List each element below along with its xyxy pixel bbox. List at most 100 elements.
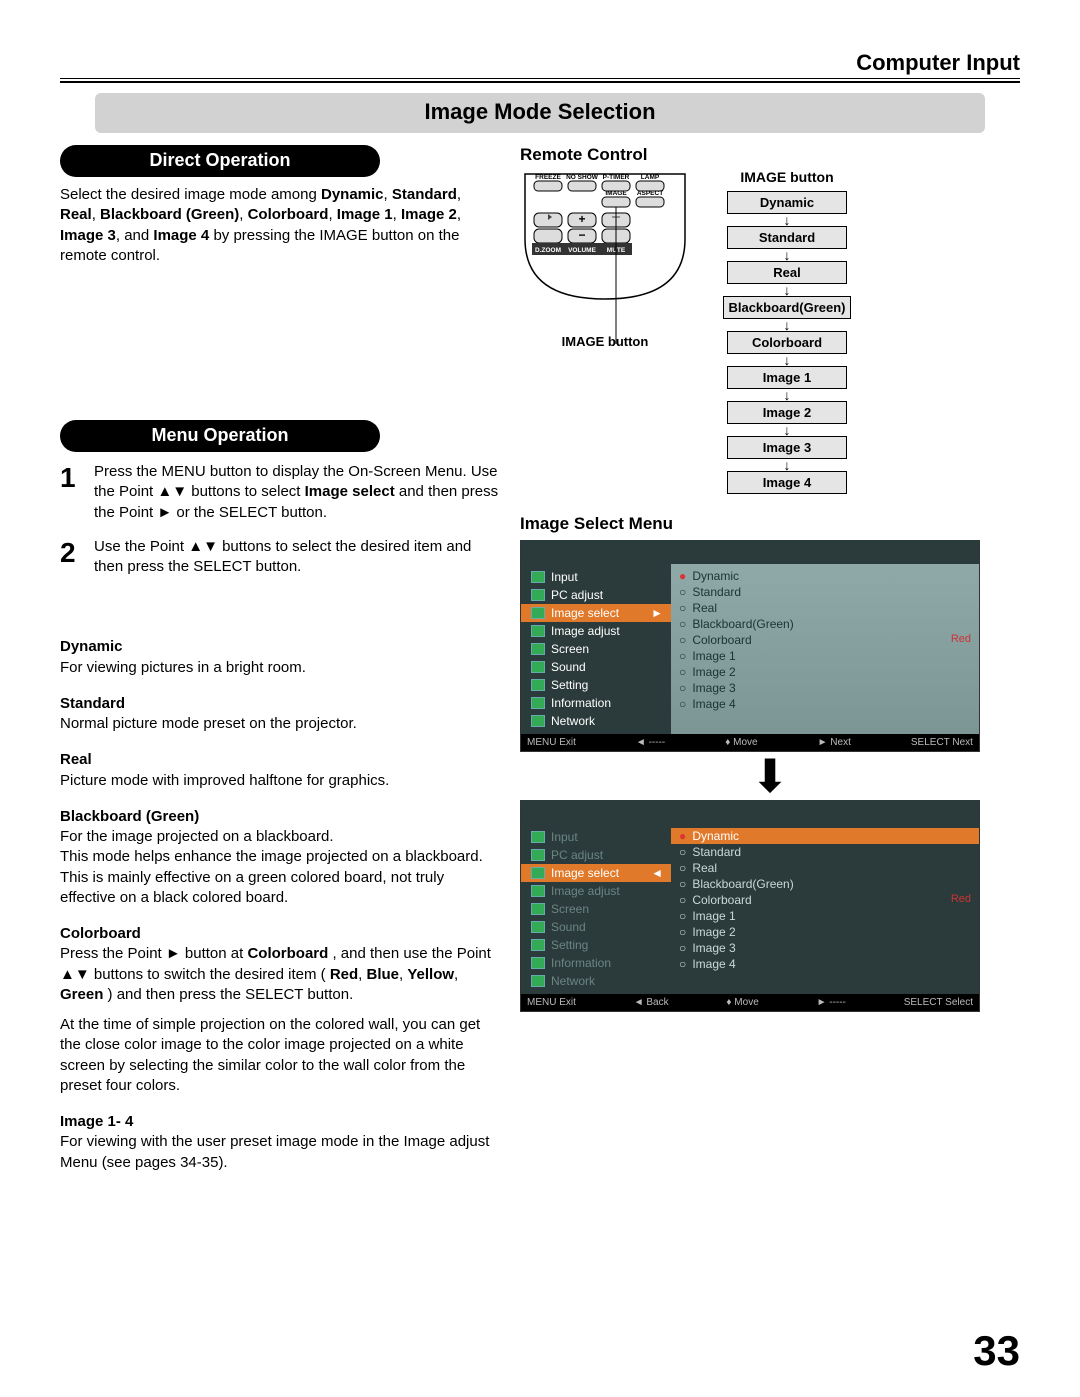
c: , <box>92 206 100 223</box>
step-text: Use the Point ▲▼ buttons to select the d… <box>94 537 500 578</box>
mode-desc-p1: Press the Point ► button at Colorboard ,… <box>60 945 491 1003</box>
cycle-box: Image 1 <box>727 366 847 389</box>
b: Yellow <box>407 966 454 983</box>
osd-option-item: ● Dynamic <box>671 828 979 844</box>
mode-desc-p2: At the time of simple projection on the … <box>60 1015 500 1096</box>
c: , <box>384 186 392 203</box>
menu-icon <box>531 903 545 915</box>
osd-nav-label: Setting <box>551 678 588 692</box>
down-arrow-icon: ↓ <box>702 424 872 436</box>
cycle-box: Image 3 <box>727 436 847 459</box>
osd-footer: MENU Exit ◄ ----- ♦ Move ► Next SELECT N… <box>521 734 979 751</box>
menu-icon <box>531 957 545 969</box>
down-arrow-icon: ↓ <box>702 214 872 226</box>
bullet-icon: ○ <box>679 601 689 615</box>
down-arrow-icon: ↓ <box>702 249 872 261</box>
foot-item: SELECT Select <box>904 997 973 1008</box>
osd-nav-item: Network <box>521 972 671 990</box>
mode-blackboard: Blackboard (Green) For the image project… <box>60 807 500 908</box>
osd-screenshot-2: InputPC adjustImage select ◄Image adjust… <box>520 800 980 1012</box>
osd-nav-item: PC adjust <box>521 846 671 864</box>
b: Colorboard <box>247 945 328 962</box>
menu-icon <box>531 939 545 951</box>
menu-icon <box>531 643 545 655</box>
mode-desc: For viewing pictures in a bright room. <box>60 659 306 676</box>
osd-nav-label: PC adjust <box>551 848 603 862</box>
step-2: 2 Use the Point ▲▼ buttons to select the… <box>60 537 500 578</box>
osd-nav-label: Network <box>551 714 595 728</box>
menu-icon <box>531 589 545 601</box>
bullet-icon: ● <box>679 569 689 583</box>
osd-option-label: Standard <box>689 585 741 599</box>
osd-nav-label: Information <box>551 696 611 710</box>
osd-nav-label: Screen <box>551 902 589 916</box>
mode-image14: Image 1- 4 For viewing with the user pre… <box>60 1112 500 1173</box>
osd-option-item: ○ Image 1 <box>679 648 971 664</box>
bullet-icon: ● <box>679 829 689 843</box>
osd-nav-item: Input <box>521 568 671 586</box>
c: , <box>393 206 401 223</box>
osd-option-label: Dynamic <box>689 569 739 583</box>
divider <box>60 78 1020 83</box>
c: , <box>328 206 336 223</box>
direct-operation-heading: Direct Operation <box>60 145 380 177</box>
osd-nav-item: Image adjust <box>521 622 671 640</box>
b: Image 3 <box>60 227 116 244</box>
cycle-box: Real <box>727 261 847 284</box>
step-1: 1 Press the MENU button to display the O… <box>60 462 500 523</box>
osd-nav-label: Sound <box>551 920 586 934</box>
bullet-icon: ○ <box>679 585 689 599</box>
bullet-icon: ○ <box>679 633 689 647</box>
osd-option-label: Image 4 <box>689 697 736 711</box>
osd-option-label: Image 2 <box>689 665 736 679</box>
b: Image 4 <box>153 227 209 244</box>
osd-nav-label: Setting <box>551 938 588 952</box>
osd-option-item: ○ Image 3 <box>679 940 971 956</box>
menu-icon <box>531 571 545 583</box>
bullet-icon: ○ <box>679 925 689 939</box>
osd-option-label: Image 1 <box>689 649 736 663</box>
osd-nav-label: Network <box>551 974 595 988</box>
remote-control-heading: Remote Control <box>520 145 1020 165</box>
bullet-icon: ○ <box>679 649 689 663</box>
menu-operation-heading: Menu Operation <box>60 420 380 452</box>
foot-item: ♦ Move <box>726 997 758 1008</box>
osd-nav-item: Input <box>521 828 671 846</box>
section-heading: Computer Input <box>60 50 1020 78</box>
b: Blackboard (Green) <box>100 206 239 223</box>
svg-text:NO SHOW: NO SHOW <box>566 174 599 181</box>
osd-option-value: Red <box>951 893 971 905</box>
c: , and <box>116 227 154 244</box>
osd-option-label: Dynamic <box>689 829 739 843</box>
menu-icon <box>531 867 545 879</box>
osd-nav-item: Setting <box>521 936 671 954</box>
osd-nav-label: Image adjust <box>551 624 620 638</box>
osd-screenshot-1: InputPC adjustImage select ►Image adjust… <box>520 540 980 752</box>
menu-icon <box>531 661 545 673</box>
b: Real <box>60 206 92 223</box>
osd-nav-label: Image select <box>551 866 619 880</box>
osd-footer: MENU Exit ◄ Back ♦ Move ► ----- SELECT S… <box>521 994 979 1011</box>
image-button-cycle: IMAGE button Dynamic↓Standard↓Real↓Black… <box>702 169 872 494</box>
osd-option-item: ○ Real <box>679 860 971 876</box>
bullet-icon: ○ <box>679 697 689 711</box>
osd-option-label: Image 3 <box>689 941 736 955</box>
osd-nav-item: Sound <box>521 918 671 936</box>
foot-item: ♦ Move <box>725 737 757 748</box>
foot-item: ► ----- <box>817 997 846 1008</box>
menu-icon <box>531 831 545 843</box>
bullet-icon: ○ <box>679 909 689 923</box>
osd-option-label: Colorboard <box>689 633 752 647</box>
osd-nav-item: Sound <box>521 658 671 676</box>
foot-item: MENU Exit <box>527 737 576 748</box>
osd-option-item: ○ Image 4 <box>679 956 971 972</box>
osd-nav-item: Information <box>521 954 671 972</box>
osd-nav-label: Screen <box>551 642 589 656</box>
osd-option-label: Standard <box>689 845 741 859</box>
svg-text:LAMP: LAMP <box>641 174 660 181</box>
menu-icon <box>531 697 545 709</box>
menu-icon <box>531 921 545 933</box>
foot-item: ◄ Back <box>634 997 669 1008</box>
svg-text:P-TIMER: P-TIMER <box>603 174 630 181</box>
mode-colorboard: Colorboard Press the Point ► button at C… <box>60 924 500 1096</box>
